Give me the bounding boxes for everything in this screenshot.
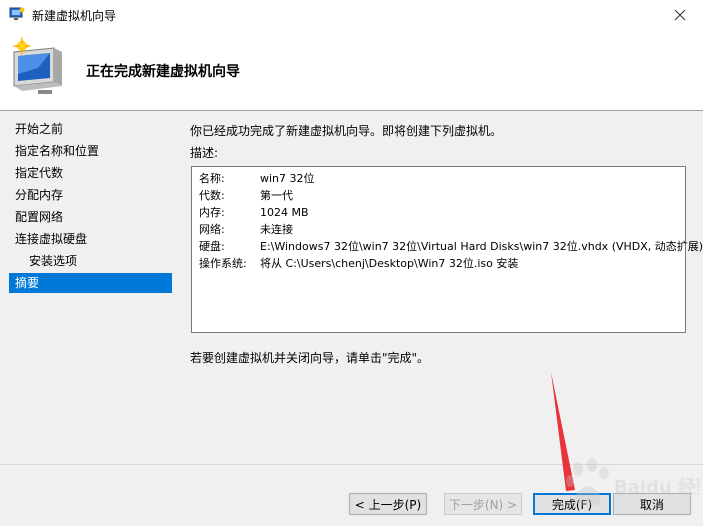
new-vm-wizard-icon [12,36,62,94]
detail-key: 硬盘: [199,240,225,253]
hyper-v-app-icon [9,7,25,20]
detail-value: E:\Windows7 32位\win7 32位\Virtual Hard Di… [260,240,703,253]
page-title: 正在完成新建虚拟机向导 [86,64,240,80]
nav-step-summary[interactable]: 摘要 [9,273,172,293]
detail-key: 内存: [199,206,225,219]
next-button[interactable]: 下一步(N) > [444,493,522,515]
previous-button[interactable]: < 上一步(P) [349,493,427,515]
description-label: 描述: [190,146,219,160]
nav-step-install-options[interactable]: 安装选项 [9,251,172,271]
close-button[interactable] [657,0,703,30]
detail-key: 网络: [199,223,225,236]
detail-key: 操作系统: [199,257,247,270]
detail-value: 第一代 [260,189,293,202]
nav-step-generation[interactable]: 指定代数 [9,163,172,183]
detail-value: 未连接 [260,223,293,236]
detail-value: win7 32位 [260,172,315,185]
title-bar: 新建虚拟机向导 [0,0,703,30]
wizard-header: 正在完成新建虚拟机向导 [0,30,703,111]
nav-step-networking[interactable]: 配置网络 [9,207,172,227]
window-title: 新建虚拟机向导 [32,9,117,23]
summary-panel: 你已经成功完成了新建虚拟机向导。即将创建下列虚拟机。 描述: 名称: win7 … [176,111,703,464]
nav-step-memory[interactable]: 分配内存 [9,185,172,205]
nav-step-before-you-begin[interactable]: 开始之前 [9,119,172,139]
description-box[interactable]: 名称: win7 32位 代数: 第一代 内存: 1024 MB 网络: 未连接… [191,166,703,333]
detail-key: 代数: [199,189,225,202]
nav-step-virtual-disk[interactable]: 连接虚拟硬盘 [9,229,172,249]
finish-hint-text: 若要创建虚拟机并关闭向导，请单击"完成"。 [190,351,430,365]
detail-value: 1024 MB [260,206,309,219]
watermark-text: Baidu 经验 [614,476,700,498]
baidu-paw-icon: Baidu 经验 [566,458,700,506]
nav-step-name-location[interactable]: 指定名称和位置 [9,141,172,161]
summary-intro-text: 你已经成功完成了新建虚拟机向导。即将创建下列虚拟机。 [190,124,503,138]
detail-value: 将从 C:\Users\chenj\Desktop\Win7 32位.iso 安… [260,257,519,270]
close-icon [674,9,686,21]
detail-key: 名称: [199,172,225,185]
wizard-steps-nav: 开始之前 指定名称和位置 指定代数 分配内存 配置网络 连接虚拟硬盘 安装选项 … [0,111,176,464]
